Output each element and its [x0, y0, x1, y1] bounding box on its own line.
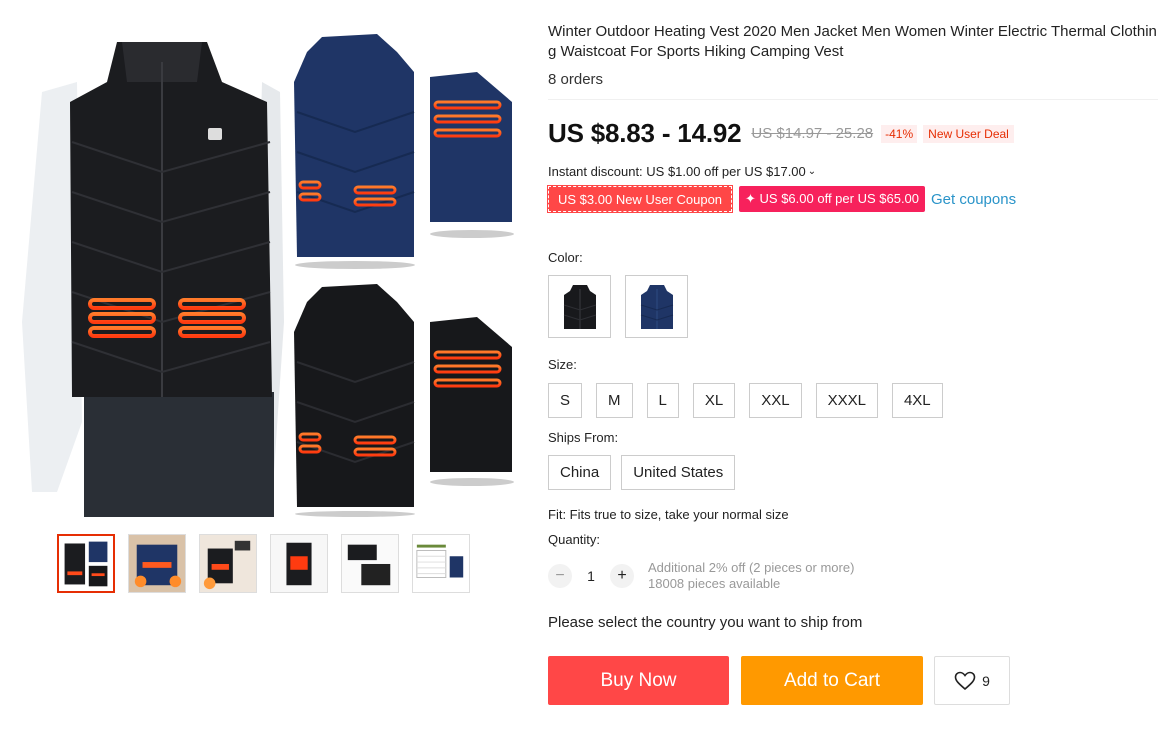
action-buttons: Buy Now Add to Cart 9	[548, 656, 1168, 705]
divider	[548, 99, 1158, 100]
ships-from-options: China United States	[548, 455, 1168, 490]
store-coupon[interactable]: ✦ US $6.00 off per US $65.00	[739, 186, 926, 212]
additional-discount-note: Additional 2% off (2 pieces or more)	[648, 560, 855, 575]
size-option-xxxl[interactable]: XXXL	[815, 383, 878, 418]
size-option-xxl[interactable]: XXL	[749, 383, 802, 418]
thumbnail-6[interactable]	[412, 534, 470, 593]
product-info-panel: Winter Outdoor Heating Vest 2020 Men Jac…	[546, 22, 1168, 705]
shipping-message: Please select the country you want to sh…	[548, 614, 863, 631]
size-option-xl[interactable]: XL	[692, 383, 736, 418]
heart-icon	[954, 671, 976, 690]
thumbnail-5[interactable]	[341, 534, 399, 593]
color-option-black[interactable]	[548, 275, 611, 338]
color-label: Color:	[548, 250, 583, 265]
order-count: 8 orders	[548, 71, 604, 88]
quantity-label: Quantity:	[548, 532, 601, 547]
size-options: S M L XL XXL XXXL 4XL	[548, 383, 1168, 418]
ships-from-united-states[interactable]: United States	[621, 455, 736, 490]
ships-from-china[interactable]: China	[548, 455, 612, 490]
instant-discount-text: Instant discount: US $1.00 off per US $1…	[548, 164, 806, 179]
quantity-decrease-button[interactable]: −	[548, 564, 572, 588]
quantity-increase-button[interactable]: +	[610, 564, 634, 588]
main-product-image[interactable]	[22, 22, 514, 517]
coupon-row: US $3.00 New User Coupon ✦ US $6.00 off …	[546, 185, 1168, 213]
current-price: US $8.83 - 14.92	[548, 118, 742, 148]
size-option-l[interactable]: L	[646, 383, 679, 418]
size-label: Size:	[548, 357, 577, 372]
new-user-deal-badge: New User Deal	[923, 124, 1014, 143]
add-to-cart-button[interactable]: Add to Cart	[741, 656, 923, 705]
quantity-notes: Additional 2% off (2 pieces or more) 180…	[648, 560, 854, 592]
thumbnail-1[interactable]	[57, 534, 115, 593]
wishlist-count: 9	[982, 672, 990, 689]
product-photo-illustration	[22, 34, 514, 517]
color-options	[548, 275, 1168, 338]
get-coupons-link[interactable]: Get coupons	[931, 191, 1016, 208]
product-title: Winter Outdoor Heating Vest 2020 Men Jac…	[548, 23, 1157, 60]
navy-vest-icon	[640, 284, 673, 329]
discount-badge: -41%	[881, 124, 918, 143]
chevron-down-icon: ⌄	[807, 166, 817, 177]
color-option-navy[interactable]	[625, 275, 688, 338]
wishlist-button[interactable]: 9	[934, 656, 1010, 705]
ships-from-label: Ships From:	[548, 430, 619, 445]
size-option-m[interactable]: M	[596, 383, 633, 418]
instant-discount[interactable]: Instant discount: US $1.00 off per US $1…	[548, 164, 1168, 179]
original-price: US $14.97 - 25.28	[751, 125, 874, 142]
black-vest-icon	[563, 284, 596, 329]
pieces-available: 18008 pieces available	[648, 576, 781, 591]
quantity-stepper: − + Additional 2% off (2 pieces or more)…	[548, 560, 1168, 592]
thumbnail-strip	[57, 534, 470, 593]
quantity-input[interactable]	[572, 568, 610, 584]
buy-now-button[interactable]: Buy Now	[548, 656, 729, 705]
size-option-4xl[interactable]: 4XL	[891, 383, 943, 418]
new-user-coupon[interactable]: US $3.00 New User Coupon	[546, 185, 734, 213]
thumbnail-4[interactable]	[270, 534, 328, 593]
thumbnail-2[interactable]	[128, 534, 186, 593]
price-row: US $8.83 - 14.92 US $14.97 - 25.28 -41% …	[548, 118, 1168, 149]
thumbnail-3[interactable]	[199, 534, 257, 593]
size-option-s[interactable]: S	[548, 383, 583, 418]
fit-note: Fit: Fits true to size, take your normal…	[548, 507, 789, 522]
